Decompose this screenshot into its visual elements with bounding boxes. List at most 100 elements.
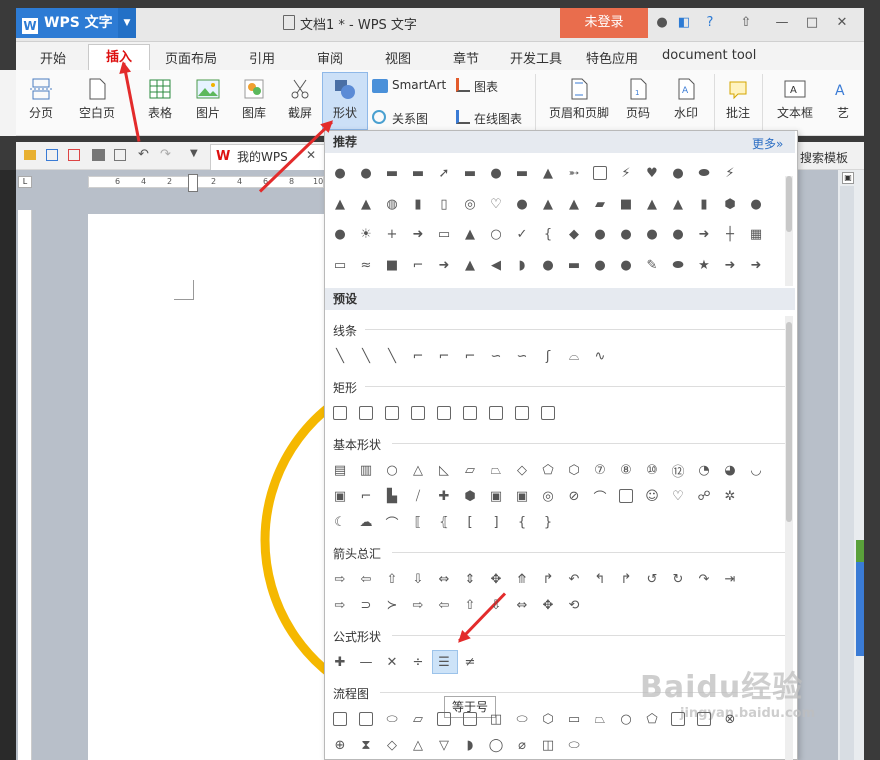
recommended-shape-4[interactable]: ▬ <box>408 163 428 183</box>
vertical-ruler[interactable] <box>18 210 32 760</box>
scroll-thumb[interactable] <box>786 176 792 232</box>
line-shape-2[interactable]: ╲ <box>356 346 376 366</box>
rect-shape-2[interactable] <box>356 403 376 423</box>
recommended-row4-shape-9[interactable]: ● <box>538 255 558 275</box>
flowchart-row2-shape-7[interactable]: ◯ <box>486 735 506 755</box>
basic-row3-shape-1[interactable]: ☾ <box>330 512 350 532</box>
recommended-row3-shape-6[interactable]: ▲ <box>460 224 480 244</box>
tab-page-layout[interactable]: 页面布局 <box>165 48 217 67</box>
equation-shape-1[interactable]: ✚ <box>330 652 350 672</box>
recommended-row3-shape-11[interactable]: ● <box>590 224 610 244</box>
flowchart-shape-3[interactable]: ⬭ <box>382 709 402 729</box>
tab-home[interactable]: 开始 <box>40 48 66 67</box>
search-template-link[interactable]: 搜索模板 <box>800 149 848 166</box>
line-shape-5[interactable]: ⌐ <box>434 346 454 366</box>
blank-page-button[interactable]: 空白页 <box>70 78 124 130</box>
line-shape-1[interactable]: ╲ <box>330 346 350 366</box>
basic-shape-4[interactable]: △ <box>408 460 428 480</box>
basic-row2-shape-10[interactable]: ⊘ <box>564 486 584 506</box>
chart-button[interactable]: 图表 <box>474 78 498 95</box>
basic-row2-shape-4[interactable]: ⧸ <box>408 486 428 506</box>
basic-row2-shape-7[interactable]: ▣ <box>486 486 506 506</box>
basic-row3-shape-2[interactable]: ☁ <box>356 512 376 532</box>
arrow-shape-13[interactable]: ↺ <box>642 569 662 589</box>
side-panel-tab[interactable] <box>856 560 864 656</box>
recommended-row2-shape-14[interactable]: ▲ <box>668 194 688 214</box>
basic-shape-2[interactable]: ▥ <box>356 460 376 480</box>
basic-row2-shape-11[interactable]: ⌒ <box>590 486 610 506</box>
basic-shape-9[interactable]: ⬠ <box>538 460 558 480</box>
basic-shape-12[interactable]: ⑧ <box>616 460 636 480</box>
recommended-row4-shape-14[interactable]: ⬬ <box>668 255 688 275</box>
recommended-row3-shape-9[interactable]: { <box>538 224 558 244</box>
basic-row2-shape-13[interactable]: ☺ <box>642 486 662 506</box>
recommended-row3-shape-12[interactable]: ● <box>616 224 636 244</box>
tab-section[interactable]: 章节 <box>453 48 479 67</box>
flowchart-row2-shape-8[interactable]: ⌀ <box>512 735 532 755</box>
recommended-shape-9[interactable]: ▲ <box>538 163 558 183</box>
save-icon[interactable] <box>46 149 58 161</box>
recommended-row3-shape-2[interactable]: ☀ <box>356 224 376 244</box>
flowchart-row2-shape-5[interactable]: ▽ <box>434 735 454 755</box>
basic-row3-shape-5[interactable]: ⦃ <box>434 512 454 532</box>
line-shape-8[interactable]: ∽ <box>512 346 532 366</box>
arrow-row2-shape-1[interactable]: ⇨ <box>330 595 350 615</box>
basic-shape-3[interactable]: ○ <box>382 460 402 480</box>
flowchart-shape-16[interactable]: ⊗ <box>720 709 740 729</box>
rect-shape-1[interactable] <box>330 403 350 423</box>
arrow-row2-shape-8[interactable]: ⇔ <box>512 595 532 615</box>
recommended-row3-shape-14[interactable]: ● <box>668 224 688 244</box>
login-button[interactable]: 未登录 <box>560 8 648 38</box>
basic-row2-shape-8[interactable]: ▣ <box>512 486 532 506</box>
flowchart-shape-5[interactable] <box>434 709 454 729</box>
screenshot-button[interactable]: 截屏 <box>280 78 320 130</box>
recommended-row2-shape-3[interactable]: ◍ <box>382 194 402 214</box>
page-number-button[interactable]: 1 页码 <box>618 78 658 130</box>
rect-shape-6[interactable] <box>460 403 480 423</box>
smartart-button[interactable]: SmartArt <box>392 78 446 92</box>
recommended-scrollbar[interactable] <box>785 176 793 286</box>
arrow-row2-shape-4[interactable]: ⇨ <box>408 595 428 615</box>
line-shape-4[interactable]: ⌐ <box>408 346 428 366</box>
page-break-button[interactable]: 分页 <box>22 78 60 130</box>
recommended-shape-2[interactable]: ● <box>356 163 376 183</box>
arrow-shape-12[interactable]: ↱ <box>616 569 636 589</box>
flowchart-shape-10[interactable]: ▭ <box>564 709 584 729</box>
flowchart-shape-11[interactable]: ⏢ <box>590 709 610 729</box>
share-icon[interactable]: ⇧ <box>738 15 754 31</box>
basic-shape-5[interactable]: ◺ <box>434 460 454 480</box>
basic-row3-shape-4[interactable]: ⟦ <box>408 512 428 532</box>
arrow-shape-8[interactable]: ⤊ <box>512 569 532 589</box>
basic-row3-shape-7[interactable]: ] <box>486 512 506 532</box>
recommended-row3-shape-10[interactable]: ◆ <box>564 224 584 244</box>
customize-dropdown-icon[interactable]: ▼ <box>190 148 198 159</box>
recommended-row2-shape-11[interactable]: ▰ <box>590 194 610 214</box>
minimize-icon[interactable]: — <box>774 15 790 31</box>
pdf-icon[interactable] <box>68 149 80 161</box>
flowchart-shape-8[interactable]: ⬭ <box>512 709 532 729</box>
recommended-shape-1[interactable]: ● <box>330 163 350 183</box>
basic-shape-15[interactable]: ◔ <box>694 460 714 480</box>
recommended-row3-shape-16[interactable]: ┼ <box>720 224 740 244</box>
recommended-shape-15[interactable]: ⬬ <box>694 163 714 183</box>
redo-icon[interactable]: ↷ <box>160 147 171 162</box>
arrow-row2-shape-7[interactable]: ⇩ <box>486 595 506 615</box>
arrow-shape-14[interactable]: ↻ <box>668 569 688 589</box>
flowchart-shape-14[interactable] <box>668 709 688 729</box>
arrow-shape-4[interactable]: ⇩ <box>408 569 428 589</box>
recommended-row2-shape-4[interactable]: ▮ <box>408 194 428 214</box>
app-menu-button[interactable]: W WPS 文字 ▼ <box>16 8 136 38</box>
print-preview-icon[interactable] <box>114 149 126 161</box>
basic-shape-1[interactable]: ▤ <box>330 460 350 480</box>
recommended-row2-shape-16[interactable]: ⬢ <box>720 194 740 214</box>
line-shape-7[interactable]: ∽ <box>486 346 506 366</box>
recommended-shape-11[interactable] <box>590 163 610 183</box>
recommended-row3-shape-7[interactable]: ○ <box>486 224 506 244</box>
recommended-row4-shape-3[interactable]: ■ <box>382 255 402 275</box>
equation-shape-4[interactable]: ÷ <box>408 652 428 672</box>
watermark-button[interactable]: A 水印 <box>664 78 708 130</box>
rect-shape-7[interactable] <box>486 403 506 423</box>
recommended-shape-10[interactable]: ➵ <box>564 163 584 183</box>
recommended-row3-shape-3[interactable]: + <box>382 224 402 244</box>
rect-shape-5[interactable] <box>434 403 454 423</box>
